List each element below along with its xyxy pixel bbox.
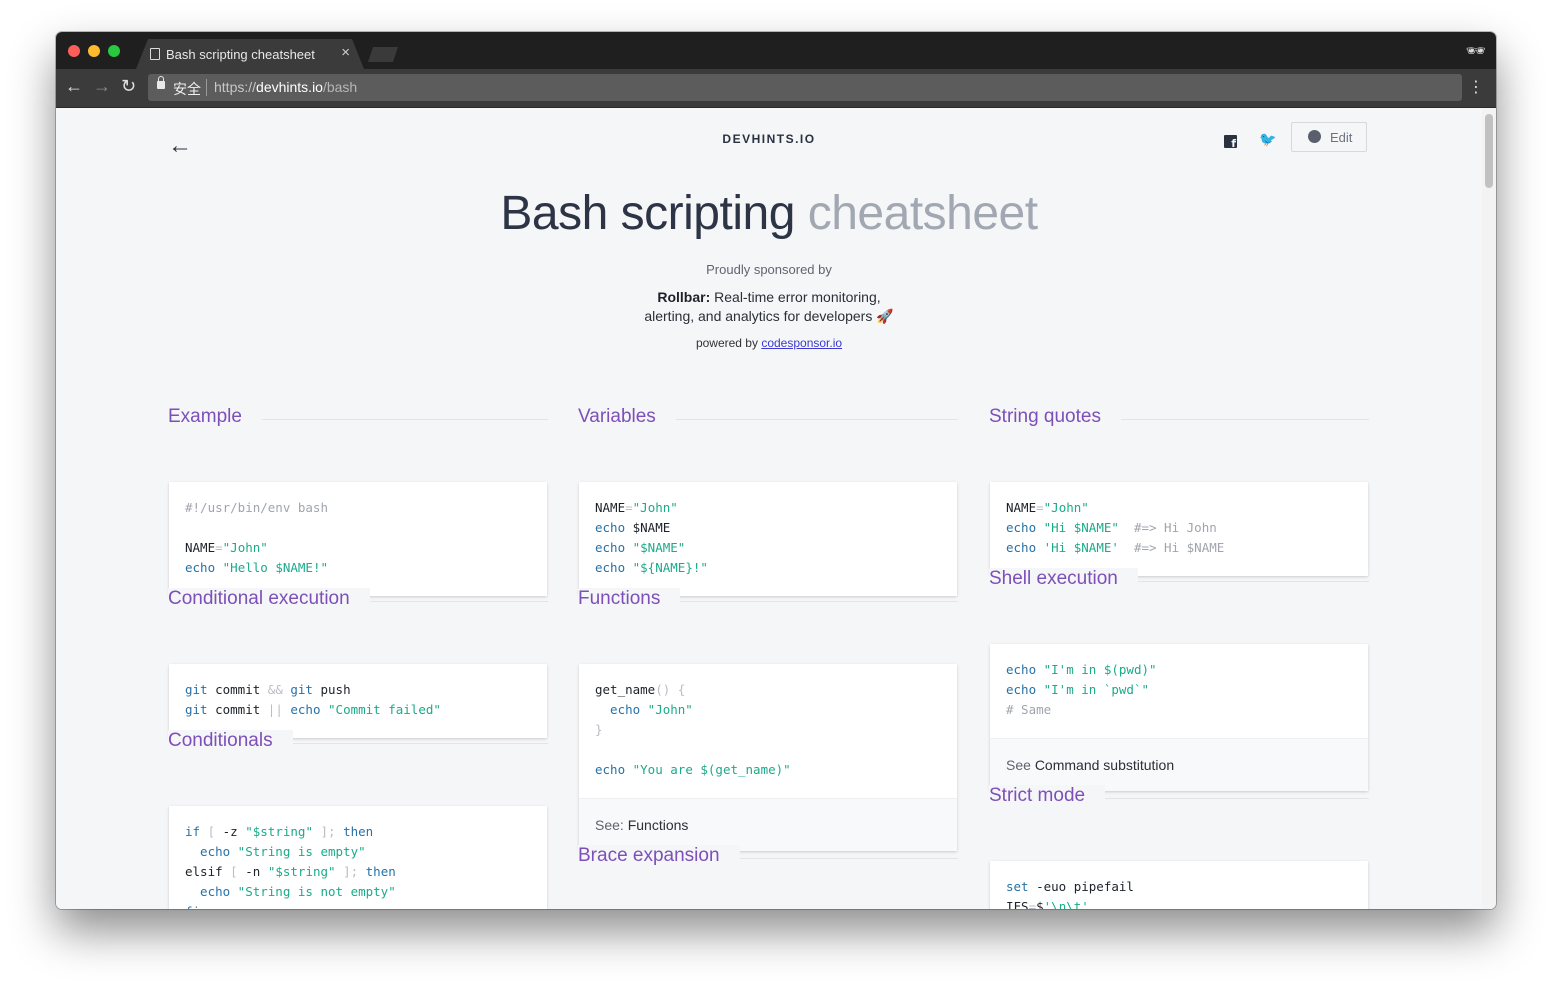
codesponsor-link[interactable]: codesponsor.io xyxy=(761,336,842,350)
reload-button[interactable]: ↻ xyxy=(121,76,136,97)
lock-icon xyxy=(157,76,165,89)
close-tab-icon[interactable]: × xyxy=(341,44,350,61)
code-block: NAME="John" echo $NAME echo "$NAME" echo… xyxy=(595,500,708,575)
github-icon xyxy=(1308,130,1321,143)
code-block: NAME="John" echo "Hi $NAME" #=> Hi John … xyxy=(1006,500,1225,555)
section-heading-strict-mode: Strict mode xyxy=(989,785,1369,811)
card-string-quotes: NAME="John" echo "Hi $NAME" #=> Hi John … xyxy=(990,482,1368,576)
section-heading-shell-execution: Shell execution xyxy=(989,568,1369,594)
page-viewport: ← DEVHINTS.IO 🐦 Edit Bash scripting chea… xyxy=(56,108,1482,909)
scrollbar-thumb[interactable] xyxy=(1485,114,1493,188)
card-variables: NAME="John" echo $NAME echo "$NAME" echo… xyxy=(579,482,957,596)
section-heading-example: Example xyxy=(168,406,548,432)
sponsor-ad[interactable]: Rollbar: Real-time error monitoring, aler… xyxy=(56,288,1482,326)
browser-toolbar: ← → ↻ 安全 https://devhints.io/bash ⋮ xyxy=(56,69,1496,108)
browser-window: Bash scripting cheatsheet × 🕶 ← → ↻ 安全 h… xyxy=(56,32,1496,909)
card-footer: See: Functions xyxy=(579,798,957,851)
card-strict-mode: set -euo pipefail IFS=$'\n\t' xyxy=(990,861,1368,909)
code-block: git commit && git push git commit || ech… xyxy=(185,682,441,717)
section-heading-string-quotes: String quotes xyxy=(989,406,1369,432)
powered-by: powered by codesponsor.io xyxy=(695,336,843,350)
secure-label: 安全 xyxy=(173,81,201,97)
section-heading-functions: Functions xyxy=(578,588,958,614)
section-heading-conditional-execution: Conditional execution xyxy=(168,588,548,614)
forward-button[interactable]: → xyxy=(93,76,111,97)
incognito-icon: 🕶 xyxy=(1465,43,1486,60)
code-block: set -euo pipefail IFS=$'\n\t' xyxy=(1006,879,1134,909)
facebook-icon[interactable] xyxy=(1224,135,1237,150)
section-heading-brace-expansion: Brace expansion xyxy=(578,845,958,871)
card-example: #!/usr/bin/env bash NAME="John" echo "He… xyxy=(169,482,547,596)
card-footer: See Command substitution xyxy=(990,738,1368,791)
browser-menu-icon[interactable]: ⋮ xyxy=(1468,77,1484,97)
sponsor-heading: Proudly sponsored by xyxy=(706,262,832,277)
code-block: #!/usr/bin/env bash NAME="John" echo "He… xyxy=(185,500,328,575)
edit-button[interactable]: Edit xyxy=(1291,122,1367,152)
page-scrollbar[interactable] xyxy=(1482,108,1496,909)
edit-label: Edit xyxy=(1330,130,1353,145)
twitter-icon[interactable]: 🐦 xyxy=(1259,131,1276,148)
address-separator xyxy=(206,79,207,96)
tab-bash-cheatsheet[interactable]: Bash scripting cheatsheet × xyxy=(136,39,364,69)
minimize-window-button[interactable] xyxy=(88,45,100,57)
new-tab-button[interactable] xyxy=(368,47,398,62)
functions-link[interactable]: Functions xyxy=(628,817,689,833)
back-button[interactable]: ← xyxy=(65,76,83,97)
close-window-button[interactable] xyxy=(68,45,80,57)
page-title: Bash scripting cheatsheet xyxy=(500,187,1038,240)
code-block: get_name() { echo "John" } echo "You are… xyxy=(595,682,791,777)
address-bar[interactable]: 安全 https://devhints.io/bash xyxy=(148,74,1462,101)
section-heading-variables: Variables xyxy=(578,406,958,432)
card-shell-execution: echo "I'm in $(pwd)" echo "I'm in `pwd`"… xyxy=(990,644,1368,791)
command-substitution-link[interactable]: Command substitution xyxy=(1035,757,1174,773)
card-functions: get_name() { echo "John" } echo "You are… xyxy=(579,664,957,851)
zoom-window-button[interactable] xyxy=(108,45,120,57)
code-block: if [ -z "$string" ]; then echo "String i… xyxy=(185,824,396,909)
tab-strip: Bash scripting cheatsheet × 🕶 xyxy=(56,32,1496,69)
document-icon xyxy=(150,48,160,60)
code-block: echo "I'm in $(pwd)" echo "I'm in `pwd`"… xyxy=(1006,662,1157,717)
section-heading-conditionals: Conditionals xyxy=(168,730,548,756)
url-text[interactable]: https://devhints.io/bash xyxy=(214,79,357,95)
card-conditionals: if [ -z "$string" ]; then echo "String i… xyxy=(169,806,547,909)
tab-title: Bash scripting cheatsheet xyxy=(166,47,315,62)
card-conditional-execution: git commit && git push git commit || ech… xyxy=(169,664,547,738)
